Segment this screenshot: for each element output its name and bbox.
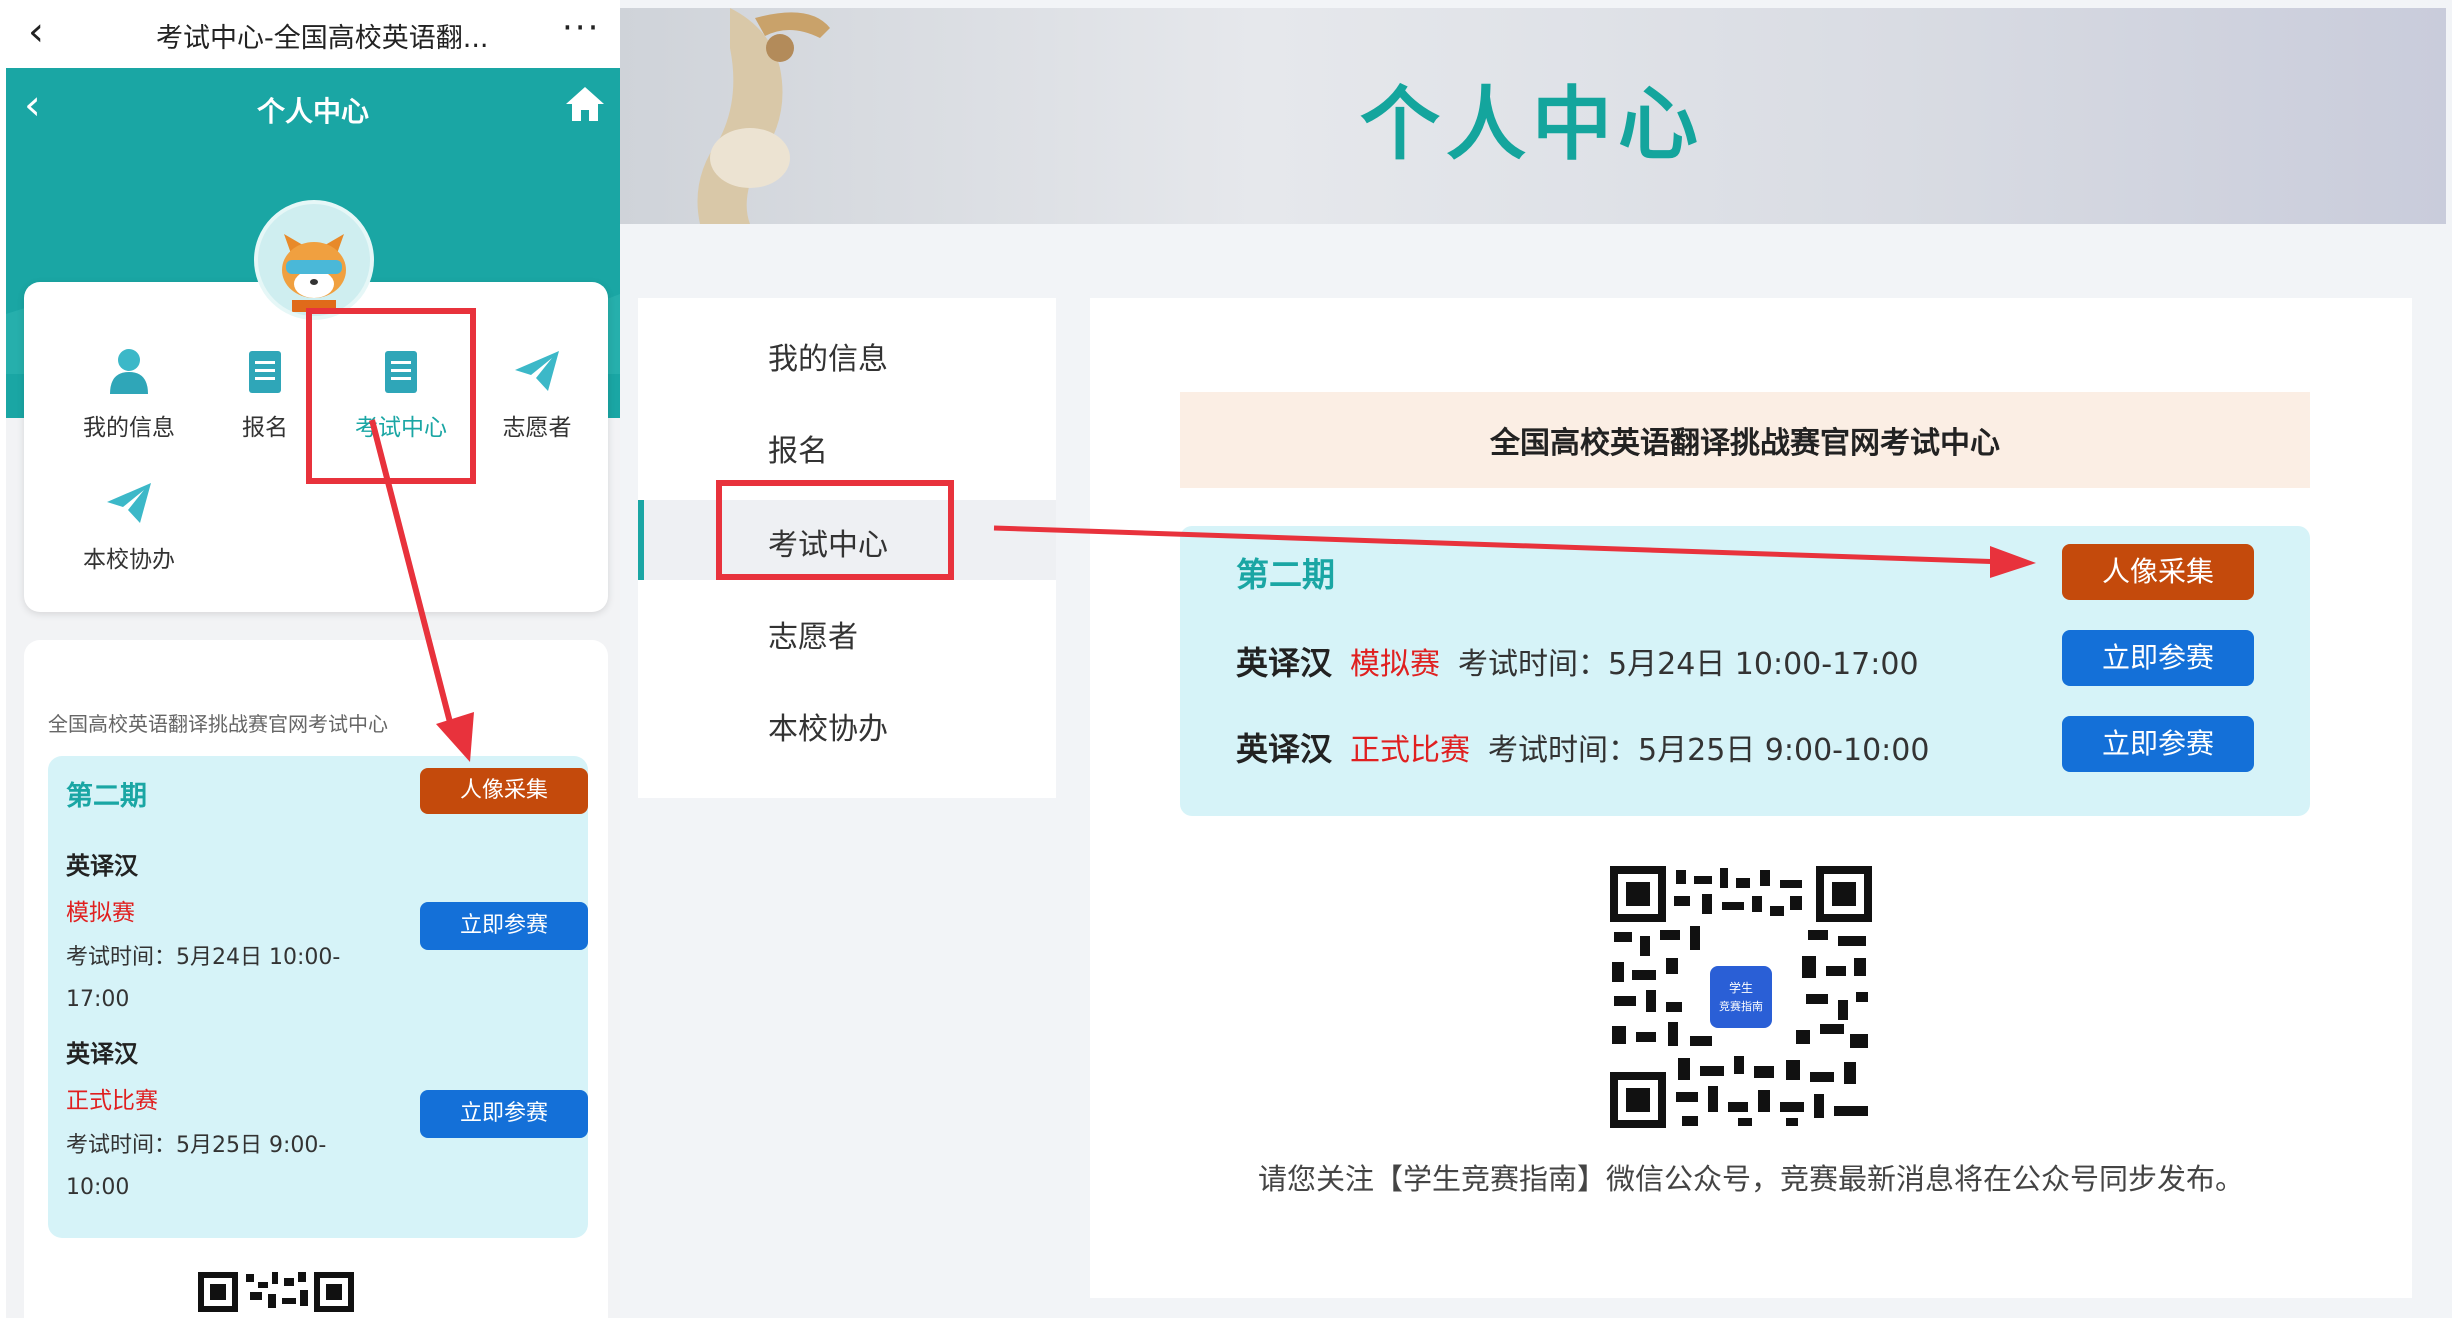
exam-name: 英译汉 — [66, 1040, 138, 1068]
exam-time: 考试时间：5月24日 10:00-17:00 — [66, 945, 341, 1012]
exam-row: 英译汉 模拟赛 考试时间：5月24日 10:00-17:00 — [1236, 638, 1919, 684]
exam-panel: 第二期 人像采集 英译汉 模拟赛 考试时间：5月24日 10:00-17:00 立即… — [1180, 526, 2310, 816]
follow-notice: 请您关注【学生竞赛指南】微信公众号，竞赛最新消息将在公众号同步发布。 — [1257, 1162, 2244, 1196]
dancer-figure — [697, 8, 830, 224]
browser-title: 考试中心-全国高校英语翻... — [156, 23, 489, 54]
menu-item-label: 志愿者 — [502, 415, 572, 441]
exam-center-title-bar: 全国高校英语翻译挑战赛官网考试中心 — [1180, 392, 2310, 488]
join-formal-button[interactable]: 立即参赛 — [420, 1090, 588, 1138]
wechat-qr-code: 学生 竞赛指南 — [1610, 866, 1872, 1128]
qr-badge-text: 竞赛指南 — [1719, 999, 1763, 1013]
home-icon[interactable] — [564, 84, 606, 124]
exam-type: 正式比赛 — [1350, 733, 1471, 768]
paper-plane-icon — [515, 351, 559, 391]
join-formal-button[interactable]: 立即参赛 — [2062, 716, 2254, 772]
qr-badge-text: 学生 — [1729, 980, 1753, 995]
menu-item-volunteer[interactable]: 志愿者 — [472, 346, 602, 442]
page-title: 全国高校英语翻译挑战赛官网考试中心 — [1490, 426, 2000, 461]
qr-code-partial — [196, 1268, 356, 1318]
card-heading: 全国高校英语翻译挑战赛官网考试中心 — [48, 712, 388, 736]
exam-time: 考试时间：5月25日 9:00-10:00 — [66, 1133, 327, 1200]
exam-item: 英译汉 模拟赛 考试时间：5月24日 10:00-17:00 — [66, 846, 386, 1021]
desktop-screenshot: 个人中心 我的信息 报名 考试中心 志愿者 本校协办 全国高校英语翻译挑战赛官网… — [620, 0, 2452, 1318]
exam-type: 正式比赛 — [66, 1088, 158, 1114]
banner-title: 个人中心 — [1360, 78, 1704, 171]
main-content: 全国高校英语翻译挑战赛官网考试中心 第二期 人像采集 英译汉 模拟赛 考试时间：5月… — [1090, 298, 2412, 1298]
browser-topbar: ‹ 考试中心-全国高校英语翻... ··· — [6, 0, 620, 68]
exam-row: 英译汉 正式比赛 考试时间：5月25日 9:00-10:00 — [1236, 724, 1929, 770]
menu-item-label: 本校协办 — [83, 547, 175, 573]
back-icon[interactable]: ‹ — [28, 12, 44, 52]
exam-time: 考试时间：5月24日 10:00-17:00 — [1458, 647, 1919, 682]
exam-name: 英译汉 — [66, 852, 138, 880]
sidebar-item-label: 我的信息 — [768, 342, 888, 377]
sidebar-item-school-cohost[interactable]: 本校协办 — [638, 684, 1056, 764]
photo-capture-button[interactable]: 人像采集 — [2062, 544, 2254, 600]
menu-item-label: 我的信息 — [83, 415, 175, 441]
period-label: 第二期 — [66, 781, 147, 812]
exam-panel: 第二期 人像采集 英译汉 模拟赛 考试时间：5月24日 10:00-17:00 … — [48, 756, 588, 1238]
exam-time: 考试时间：5月25日 9:00-10:00 — [1488, 733, 1930, 768]
menu-item-school-cohost[interactable]: 本校协办 — [64, 478, 194, 574]
exam-type: 模拟赛 — [1350, 647, 1441, 682]
sidebar-item-my-info[interactable]: 我的信息 — [638, 314, 1056, 394]
more-icon[interactable]: ··· — [562, 8, 600, 48]
page-title: 个人中心 — [256, 95, 369, 128]
sidebar-item-label: 报名 — [768, 434, 828, 469]
document-icon — [249, 351, 281, 393]
exam-name: 英译汉 — [1236, 730, 1333, 768]
join-mock-button[interactable]: 立即参赛 — [420, 902, 588, 950]
sidebar-item-register[interactable]: 报名 — [638, 406, 1056, 486]
highlight-box-mobile-exam-center — [306, 308, 476, 484]
banner: 个人中心 — [620, 8, 2446, 224]
fox-avatar-icon — [282, 234, 346, 312]
exam-card: 全国高校英语翻译挑战赛官网考试中心 第二期 人像采集 英译汉 模拟赛 考试时间：… — [24, 640, 608, 1318]
avatar — [254, 200, 374, 320]
period-label: 第二期 — [1236, 555, 1335, 594]
paper-plane-icon — [107, 483, 151, 523]
mobile-screenshot: ‹ 考试中心-全国高校英语翻... ··· ‹ 个人中心 我的信息 报名 考试中… — [6, 0, 620, 1318]
user-icon — [110, 349, 148, 394]
sidebar-item-label: 本校协办 — [768, 712, 888, 747]
sidebar-item-volunteer[interactable]: 志愿者 — [638, 592, 1056, 672]
join-mock-button[interactable]: 立即参赛 — [2062, 630, 2254, 686]
photo-capture-button[interactable]: 人像采集 — [420, 768, 588, 814]
exam-name: 英译汉 — [1236, 644, 1333, 682]
menu-item-my-info[interactable]: 我的信息 — [64, 346, 194, 442]
highlight-box-desktop-exam-center — [716, 480, 954, 580]
exam-item: 英译汉 正式比赛 考试时间：5月25日 9:00-10:00 — [66, 1034, 386, 1209]
exam-type: 模拟赛 — [66, 900, 135, 926]
sidebar-item-label: 志愿者 — [768, 620, 858, 655]
